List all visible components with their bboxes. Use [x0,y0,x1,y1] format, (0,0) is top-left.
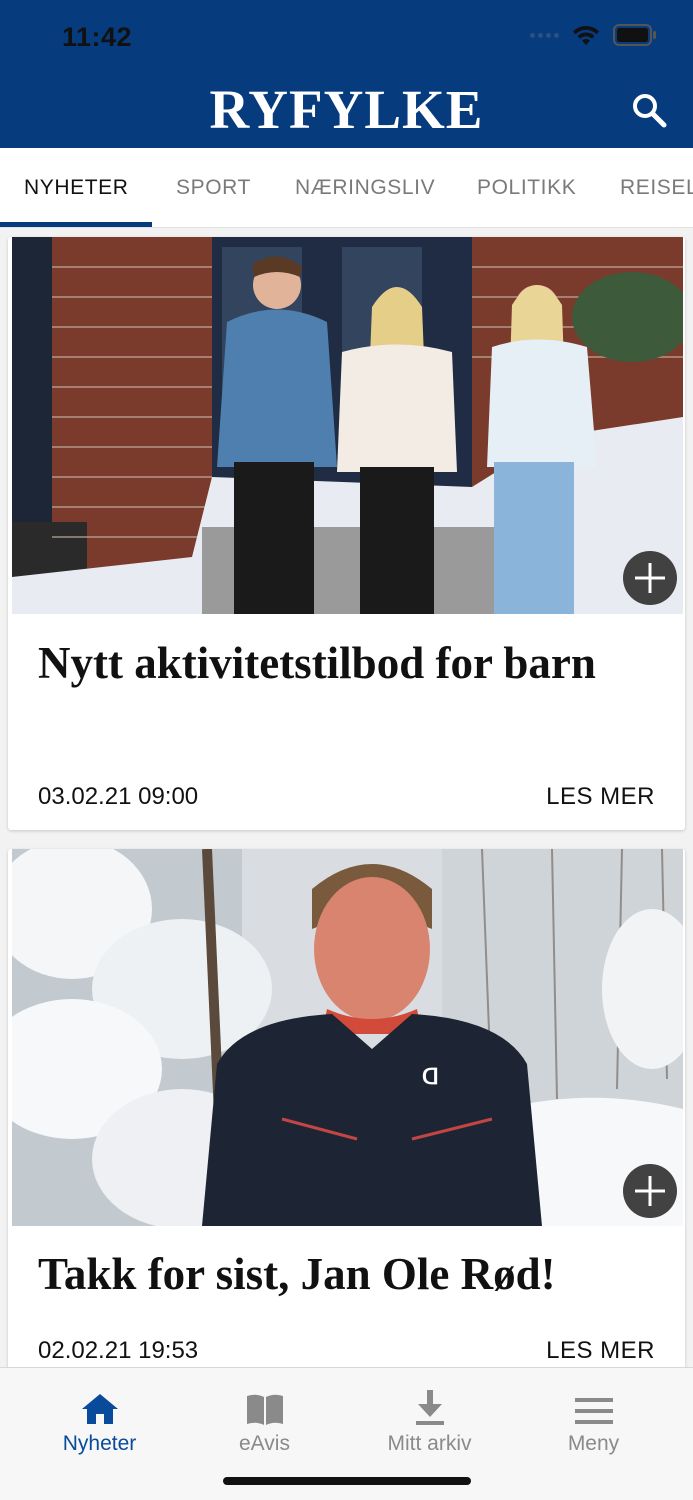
download-icon [347,1368,512,1426]
app-header: 11:42 RYFYLKE [0,0,693,148]
tab-politikk[interactable]: POLITIKK [477,176,576,200]
nav-label: Nyheter [62,1432,137,1455]
tab-reiseliv[interactable]: REISEL [620,176,693,200]
article-headline[interactable]: Nytt aktivitetstilbod for barn [38,634,655,692]
tab-naeringsliv[interactable]: NÆRINGSLIV [295,176,435,200]
status-time: 11:42 [62,22,133,52]
section-tabs: NYHETER SPORT NÆRINGSLIV POLITIKK REISEL [0,148,693,228]
article-date: 03.02.21 09:00 [38,783,199,810]
nav-mitt-arkiv[interactable]: Mitt arkiv [347,1368,512,1456]
app-logo[interactable]: RYFYLKE [0,80,693,140]
active-tab-indicator [0,222,152,227]
article-headline[interactable]: Takk for sist, Jan Ole Rød! [38,1245,655,1303]
article-card[interactable]: ᗡ Takk for sist, Jan Ole Rød! 02.02.21 1… [8,849,685,1409]
article-card[interactable]: Nytt aktivitetstilbod for barn 03.02.21 … [8,237,685,830]
nav-label: eAvis [239,1432,290,1455]
home-icon [17,1368,182,1426]
tab-sport[interactable]: SPORT [176,176,251,200]
wifi-icon [571,24,601,46]
home-indicator[interactable] [223,1477,471,1485]
battery-icon [613,24,657,46]
article-image[interactable] [12,237,683,614]
status-icons [530,24,657,46]
add-to-archive-icon[interactable] [623,1164,677,1218]
nav-label: Mitt arkiv [387,1432,472,1455]
signal-icon [530,32,559,38]
svg-text:ᗡ: ᗡ [422,1064,439,1089]
tab-nyheter[interactable]: NYHETER [24,176,129,200]
nav-nyheter[interactable]: Nyheter [17,1368,182,1456]
read-more-link[interactable]: LES MER [546,1337,655,1365]
read-more-link[interactable]: LES MER [546,783,655,811]
add-to-archive-icon[interactable] [623,551,677,605]
nav-label: Meny [567,1432,620,1455]
nav-meny[interactable]: Meny [511,1368,676,1456]
app-screen: 11:42 RYFYLKE NYHETER SPORT NÆRINGSLIV P… [0,0,693,1500]
search-icon[interactable] [631,92,667,128]
article-image[interactable]: ᗡ [12,849,683,1226]
menu-icon [511,1368,676,1426]
article-date: 02.02.21 19:53 [38,1337,199,1364]
book-icon [182,1368,347,1426]
nav-eavis[interactable]: eAvis [182,1368,347,1456]
